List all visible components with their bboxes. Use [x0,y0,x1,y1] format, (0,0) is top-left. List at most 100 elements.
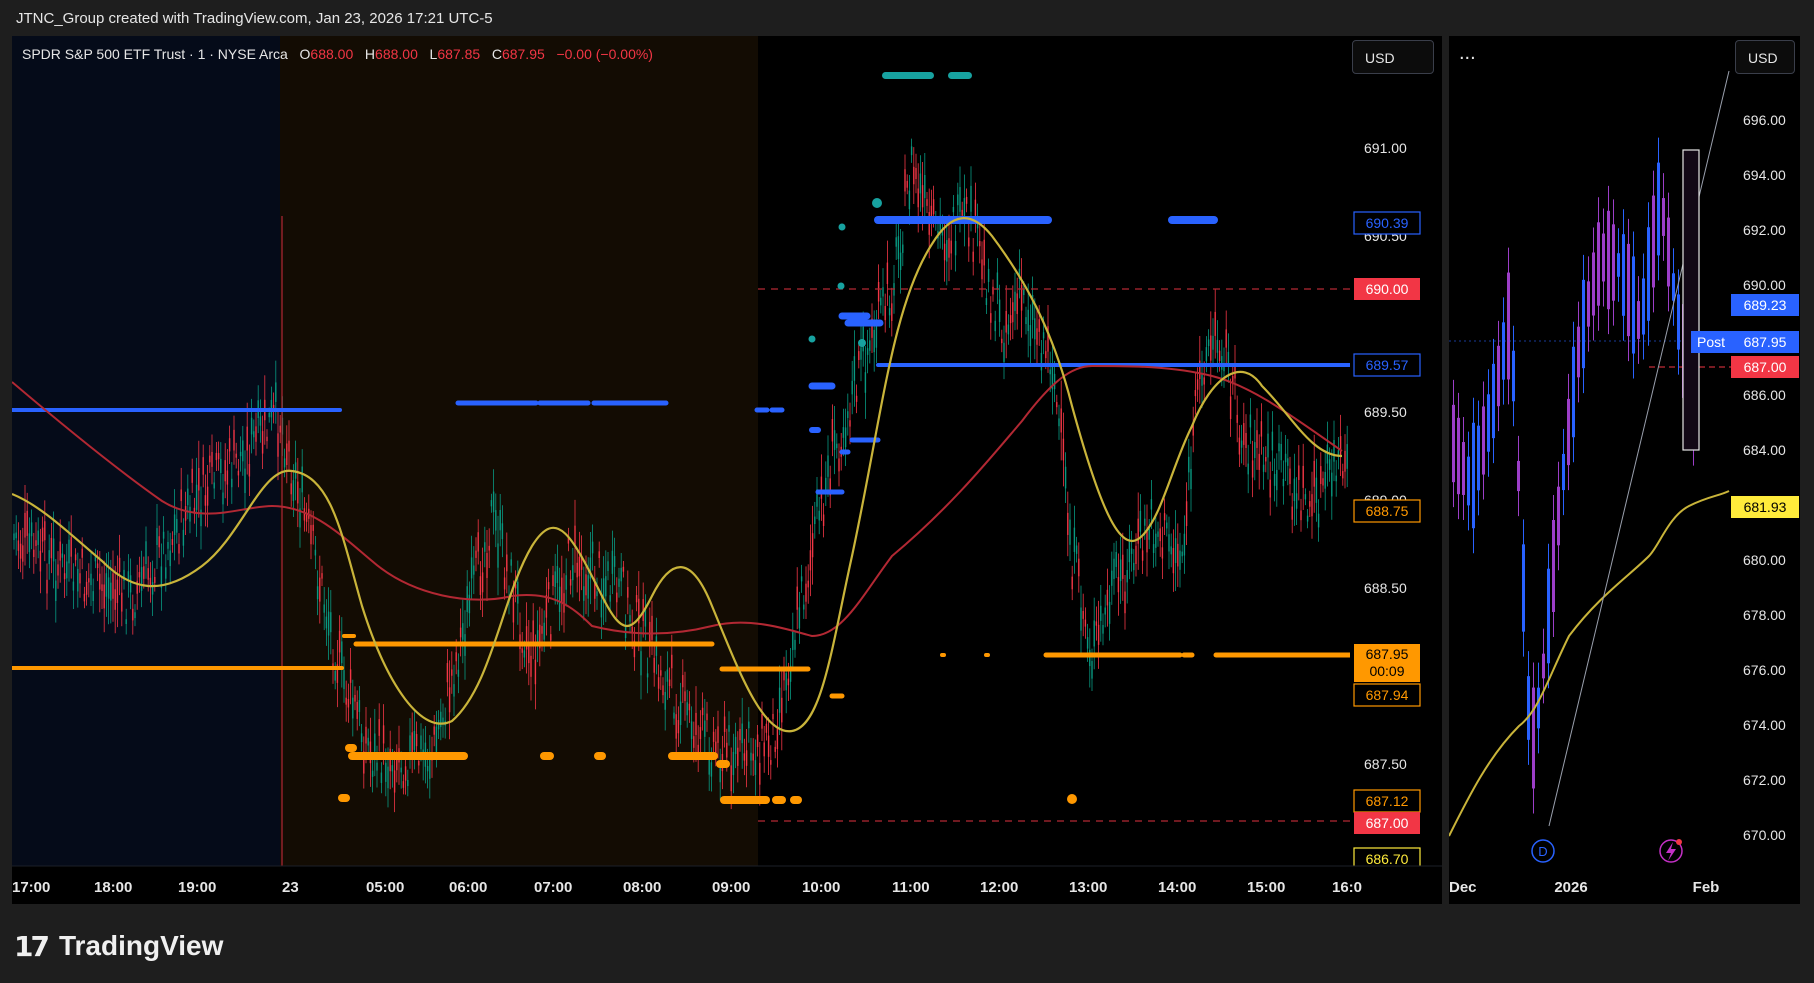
flash-event-icon[interactable] [1659,839,1683,863]
candle-body [1126,569,1128,583]
currency-button-side[interactable]: USD [1735,40,1795,74]
candle-body [453,684,455,697]
candle-body [611,550,614,574]
side-chart-pane[interactable]: 696.00 694.00 692.00 690.00 686.00 684.00 680.… [1449,36,1800,904]
highlight-rectangle[interactable] [1682,149,1700,451]
candle-body [1093,620,1095,647]
candle-body [143,566,145,579]
candle-body [114,589,116,610]
svg-text:688.75: 688.75 [1366,503,1409,519]
candle-body [778,687,781,713]
candle-body [451,669,453,676]
candle-body [732,751,735,776]
side-price-tick: 670.00 [1743,827,1786,843]
side-price-tick: 694.00 [1743,167,1786,183]
currency-button-main[interactable]: USD [1352,40,1434,74]
candle-body [415,733,418,747]
svg-text:690.39: 690.39 [1366,215,1409,231]
daily-candle-body [1507,272,1510,380]
candle-body [253,431,255,438]
candle-body [605,576,607,597]
candle-body [1262,464,1265,472]
candle-body [1333,440,1335,462]
main-chart-pane[interactable]: 691.25 691.00690.50689.50689.00688.50687… [12,36,1442,904]
candle-body [726,742,728,758]
candle-body [717,726,719,743]
daily-candle-body [1632,256,1635,354]
candle-body [701,707,704,716]
candle-body [1009,315,1012,324]
candle-body [211,451,213,467]
time-tick: 11:00 [892,879,930,896]
candle-body [374,733,376,752]
daily-candle-body [1492,363,1495,439]
candle-body [283,458,286,468]
dividend-event-marker[interactable]: D [1531,839,1555,863]
candle-body [814,516,816,525]
candle-body [1221,356,1223,370]
symbol-legend[interactable]: SPDR S&P 500 ETF Trust · 1 · NYSE Arca O… [22,46,653,62]
candle-body [886,262,889,284]
time-tick-dec: Dec [1449,879,1477,896]
candle-body [1342,471,1344,479]
candle-body [794,639,796,650]
candle-body [420,735,422,750]
candle-body [873,329,875,353]
side-chart-canvas[interactable]: 696.00 694.00 692.00 690.00 686.00 684.00 680.… [1449,36,1800,904]
svg-text:687.94: 687.94 [1366,687,1409,703]
candle-body [354,694,356,702]
time-tick: 14:00 [1158,879,1196,896]
candle-body [908,190,911,210]
candle-body [110,582,112,601]
candle-body [33,549,35,558]
candle-body [198,467,200,491]
candle-body [1135,545,1137,564]
candle-body [457,669,460,677]
candle-body [266,436,268,442]
daily-candle-body [1482,406,1485,475]
main-chart-canvas[interactable]: 691.25 691.00690.50689.50689.00688.50687… [12,36,1442,904]
candle-body [1100,605,1102,621]
candle-body [827,455,829,477]
candle-body [1152,544,1155,553]
candle-body [558,586,561,612]
candle-body [1001,338,1003,344]
side-time-scale[interactable] [1449,866,1800,904]
time-tick: 07:00 [534,879,572,896]
candle-body [719,766,721,783]
side-price-tag-yellow: 681.93 [1731,496,1799,518]
candle-body [151,582,154,595]
svg-text:686.70: 686.70 [1366,851,1409,867]
candle-body [70,537,72,557]
candle-body [228,438,231,452]
candle-body [591,541,594,554]
candle-body [121,592,123,612]
trend-line[interactable] [1548,70,1730,827]
more-options-icon[interactable]: ... [1459,42,1476,65]
candle-body [552,575,554,587]
price-scale[interactable] [1350,36,1442,866]
candle-body [1258,453,1260,470]
daily-candle-body [1667,217,1670,287]
candle-body [268,412,270,418]
candle-body [147,568,149,580]
tradingview-logo[interactable]: 17 TradingView [14,926,223,966]
candle-body [541,626,543,634]
daily-candle-body [1577,326,1580,378]
candle-body [37,530,39,545]
candle-body [660,670,662,676]
candle-body [875,325,878,348]
candle-body [957,194,959,206]
candle-body [640,651,642,676]
daily-candle-body [1452,404,1455,483]
candle-body [1225,329,1227,348]
candle-body [1056,402,1058,408]
time-tick: 10:00 [802,879,840,896]
daily-candle-body [1642,278,1645,335]
time-tick: 06:00 [449,879,487,896]
candle-body [847,411,849,418]
candle-body [118,557,121,573]
svg-text:687.00: 687.00 [1744,359,1787,375]
candle-body [327,611,330,636]
candle-body [184,506,187,521]
